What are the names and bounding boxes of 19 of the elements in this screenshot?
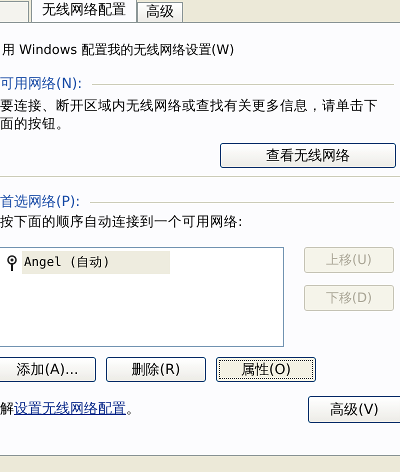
tab[interactable]: 无线网络配置 [31,0,137,22]
help-text: 解 [0,401,14,417]
tab[interactable] [0,1,29,22]
help-link[interactable]: 设置无线网络配置 [14,401,126,417]
group-title: 可用网络(N): [0,75,82,93]
action-button[interactable]: 删除(R) [106,357,206,382]
tab[interactable]: 高级 [137,2,183,22]
antenna-icon [6,254,18,270]
instruction-text: 按下面的顺序自动连接到一个可用网络: [0,213,244,231]
group-title: 首选网络(P): [0,193,80,211]
help-text: 。 [126,401,140,417]
instruction-text: 要连接、断开区域内无线网络或查找有关更多信息，请单击下面的按钮。 [0,97,379,133]
checkbox-label[interactable]: 用 Windows 配置我的无线网络设置(W) [0,41,400,59]
action-button[interactable]: 属性(O) [216,357,316,382]
network-name: Angel (自动) [22,251,170,274]
action-button[interactable]: 添加(A)... [0,357,96,382]
network-item[interactable]: Angel (自动) [0,251,283,274]
view-networks-button[interactable]: 查看无线网络 [220,143,396,168]
advanced-button[interactable]: 高级(V) [308,396,400,423]
